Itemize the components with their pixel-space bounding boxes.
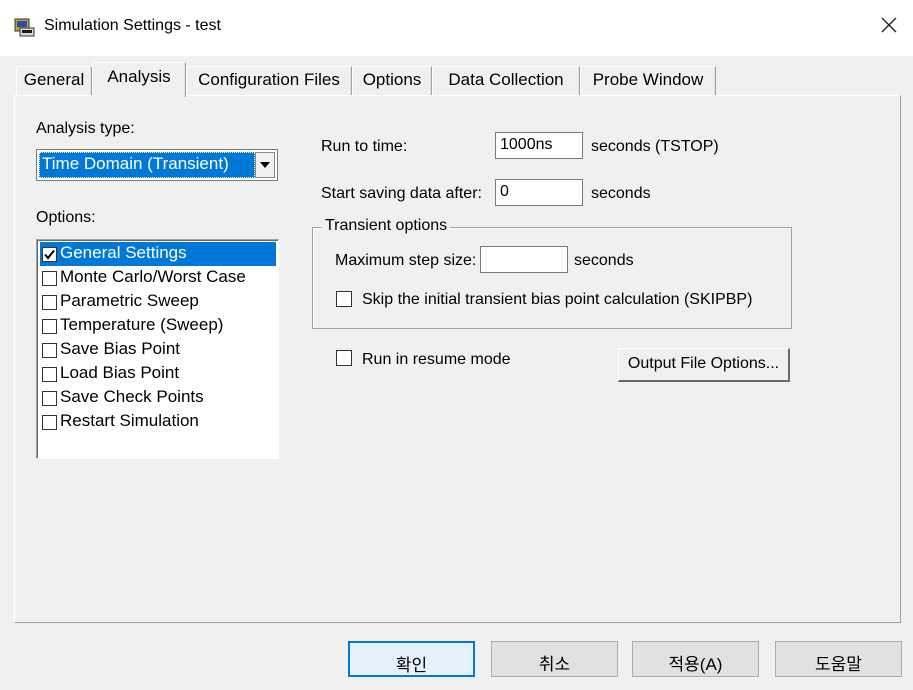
start-saving-input[interactable]: 0	[495, 179, 583, 206]
checkmark-icon	[44, 249, 55, 260]
checkbox[interactable]	[42, 343, 57, 358]
close-icon[interactable]	[876, 12, 902, 38]
cancel-button[interactable]: 취소	[491, 641, 618, 677]
chevron-down-icon	[260, 162, 270, 168]
tab-probe-window[interactable]: Probe Window	[580, 66, 716, 96]
checkbox[interactable]	[42, 271, 57, 286]
tab-options[interactable]: Options	[352, 66, 432, 96]
run-to-time-unit: seconds (TSTOP)	[591, 138, 719, 155]
checkbox[interactable]	[42, 367, 57, 382]
help-button[interactable]: 도움말	[775, 641, 902, 677]
start-saving-label: Start saving data after:	[321, 185, 482, 202]
tab-analysis[interactable]: Analysis	[92, 62, 186, 97]
options-listbox[interactable]: General Settings Monte Carlo/Worst Case …	[36, 239, 279, 459]
max-step-unit: seconds	[574, 252, 634, 269]
list-item-label: Restart Simulation	[60, 411, 199, 430]
tab-label: Probe Window	[592, 70, 704, 89]
checkbox-checked[interactable]	[42, 247, 57, 262]
max-step-input[interactable]	[480, 246, 568, 273]
transient-options-title: Transient options	[322, 217, 451, 235]
apply-button[interactable]: 적용(A)	[632, 641, 759, 677]
output-file-options-button[interactable]: Output File Options...	[618, 348, 790, 382]
list-item-label: Save Check Points	[60, 387, 204, 406]
tab-label: Options	[362, 70, 422, 89]
run-to-time-input[interactable]: 1000ns	[495, 132, 583, 159]
analysis-type-dropdown[interactable]: Time Domain (Transient)	[36, 149, 278, 181]
tab-label: Data Collection	[448, 70, 564, 89]
list-item-label: Monte Carlo/Worst Case	[60, 267, 246, 286]
window-title: Simulation Settings - test	[44, 17, 221, 34]
tab-label: Analysis	[107, 67, 171, 86]
analysis-type-label: Analysis type:	[36, 120, 135, 137]
analysis-type-value: Time Domain (Transient)	[39, 152, 255, 178]
ok-button[interactable]: 확인	[348, 641, 475, 677]
tab-label: Configuration Files	[198, 70, 340, 89]
checkbox[interactable]	[42, 415, 57, 430]
dropdown-arrow-button[interactable]	[255, 152, 275, 178]
list-item[interactable]: Monte Carlo/Worst Case	[40, 266, 276, 290]
resume-mode-checkbox[interactable]	[336, 350, 352, 366]
list-item-label: Temperature (Sweep)	[60, 315, 224, 334]
tab-configuration-files[interactable]: Configuration Files	[186, 66, 352, 96]
max-step-label: Maximum step size:	[335, 252, 477, 269]
checkbox[interactable]	[42, 391, 57, 406]
title-bar: Simulation Settings - test	[0, 0, 913, 56]
skip-bias-checkbox[interactable]	[336, 291, 352, 307]
simulation-app-icon[interactable]	[14, 16, 36, 38]
list-item[interactable]: Load Bias Point	[40, 362, 276, 386]
tab-label: General	[23, 70, 85, 89]
checkbox[interactable]	[42, 295, 57, 310]
list-item[interactable]: Save Check Points	[40, 386, 276, 410]
transient-options-group	[312, 227, 792, 329]
list-item[interactable]: Restart Simulation	[40, 410, 276, 434]
list-item-label: Load Bias Point	[60, 363, 180, 382]
options-label: Options:	[36, 209, 96, 226]
list-item[interactable]: General Settings	[40, 242, 276, 266]
list-item-label: Parametric Sweep	[60, 291, 199, 310]
resume-mode-label: Run in resume mode	[362, 351, 511, 368]
list-item[interactable]: Parametric Sweep	[40, 290, 276, 314]
skip-bias-label: Skip the initial transient bias point ca…	[362, 291, 753, 308]
run-to-time-label: Run to time:	[321, 138, 408, 155]
list-item-label: Save Bias Point	[60, 339, 181, 358]
list-item-label: General Settings	[60, 243, 187, 262]
tab-data-collection[interactable]: Data Collection	[432, 66, 580, 96]
list-item[interactable]: Temperature (Sweep)	[40, 314, 276, 338]
tab-general[interactable]: General	[16, 66, 92, 96]
start-saving-unit: seconds	[591, 185, 651, 202]
checkbox[interactable]	[42, 319, 57, 334]
list-item[interactable]: Save Bias Point	[40, 338, 276, 362]
